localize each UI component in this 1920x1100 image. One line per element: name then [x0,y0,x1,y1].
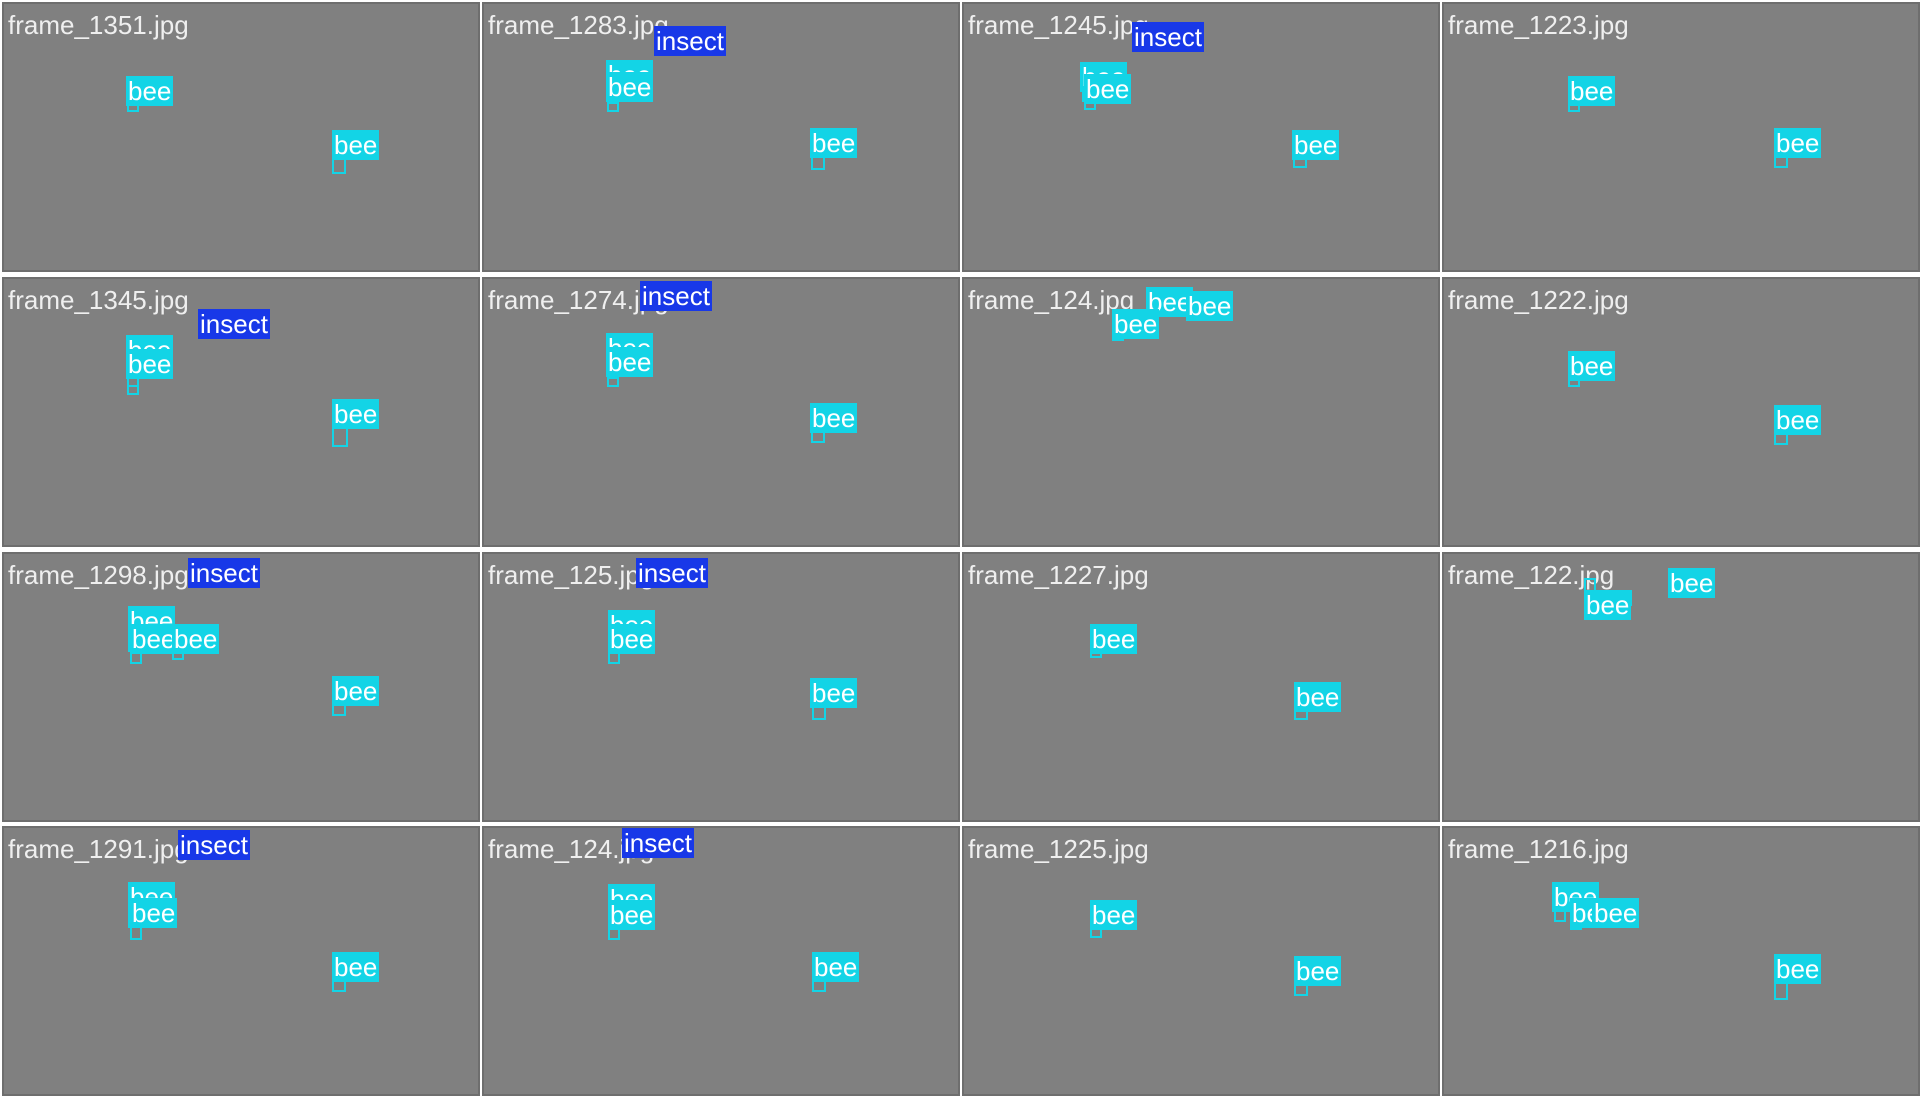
image-filename: frame_1351.jpg [8,10,189,40]
bee-label: bee [1294,956,1342,986]
image-tile[interactable]: frame_1291.jpg bee bee insect bee [2,826,480,1096]
bee-label: bee [1774,128,1822,158]
image-tile[interactable]: frame_1298.jpg bee bee bee insect bee [2,552,480,822]
image-tile[interactable]: frame_1216.jpgbeebeebeebee [1442,826,1920,1096]
bee-label: bee [606,347,654,377]
image-tile[interactable]: frame_124.jpg bee bee insect bee [482,826,960,1096]
bee-label: bee [810,678,858,708]
image-filename: frame_1298.jpg [8,560,189,590]
image-filename: frame_1216.jpg [1448,834,1629,864]
image-tile[interactable]: frame_125.jpgbeebeeinsectbee [482,552,960,822]
bee-label: bee [606,72,654,102]
bee-label: bee [810,403,858,433]
bee-label: bee [1090,900,1138,930]
bee-label: bee [1112,309,1160,339]
insect-label: insect [654,26,726,56]
image-filename: frame_1222.jpg [1448,285,1629,315]
image-tile[interactable]: frame_1245.jpgbeebeeinsectbee [962,2,1440,272]
image-tile[interactable]: frame_1222.jpgbee bee [1442,277,1920,547]
insect-label: insect [1132,22,1204,52]
bee-label: bee [812,952,860,982]
image-tile[interactable]: frame_1223.jpgbee bee [1442,2,1920,272]
image-tile[interactable]: frame_1227.jpgbee bee [962,552,1440,822]
bee-label: bee [126,349,174,379]
detection-results-grid: frame_1351.jpgbeebeeframe_1283.jpgbeebee… [0,0,1920,1100]
insect-label: insect [188,558,260,588]
bee-label: bee [608,624,656,654]
image-filename: frame_1227.jpg [968,560,1149,590]
bee-label: bee [1568,76,1616,106]
image-tile[interactable]: frame_1283.jpgbeebeeinsectbee [482,2,960,272]
bee-label: bee [1584,590,1632,620]
bee-label: bee [130,624,178,654]
insect-label: insect [636,558,708,588]
image-filename: frame_1291.jpg [8,834,189,864]
bee-label: bee [172,624,220,654]
bee-label: bee [1090,624,1138,654]
bee-label: bee [1294,682,1342,712]
image-filename: frame_125.jpg [488,560,655,590]
bee-label: bee [126,76,174,106]
image-filename: frame_1223.jpg [1448,10,1629,40]
image-tile[interactable]: frame_1274.jpgbeebeeinsectbee [482,277,960,547]
bee-label: bee [332,399,380,429]
image-filename: frame_1283.jpg [488,10,669,40]
bee-label: bee [1774,954,1822,984]
image-tile[interactable]: frame_1351.jpgbee bee [2,2,480,272]
bee-label: bee [1568,351,1616,381]
bee-label: bee [332,676,380,706]
insect-label: insect [640,281,712,311]
bee-label: bee [1186,291,1234,321]
image-tile[interactable]: frame_1345.jpgbeebeeinsectbee [2,277,480,547]
bee-label: bee [332,952,380,982]
image-tile[interactable]: frame_122.jpgbeebeebee [1442,552,1920,822]
bee-label: bee [608,900,656,930]
insect-label: insect [622,828,694,858]
insect-label: insect [178,830,250,860]
insect-label: insect [198,309,270,339]
image-filename: frame_124.jpg [968,285,1135,315]
image-tile[interactable]: frame_124.jpg bee bee bee [962,277,1440,547]
bee-label: bee [1774,405,1822,435]
bee-label: bee [1668,568,1716,598]
bee-label: bee [130,898,178,928]
image-filename: frame_1225.jpg [968,834,1149,864]
bee-label: bee [1084,74,1132,104]
bee-label: bee [810,128,858,158]
bee-label: bee [332,130,380,160]
bee-label: bee [1592,898,1640,928]
bee-label: bee [1292,130,1340,160]
image-tile[interactable]: frame_1225.jpgbee bee [962,826,1440,1096]
image-filename: frame_1345.jpg [8,285,189,315]
image-filename: frame_1245.jpg [968,10,1149,40]
